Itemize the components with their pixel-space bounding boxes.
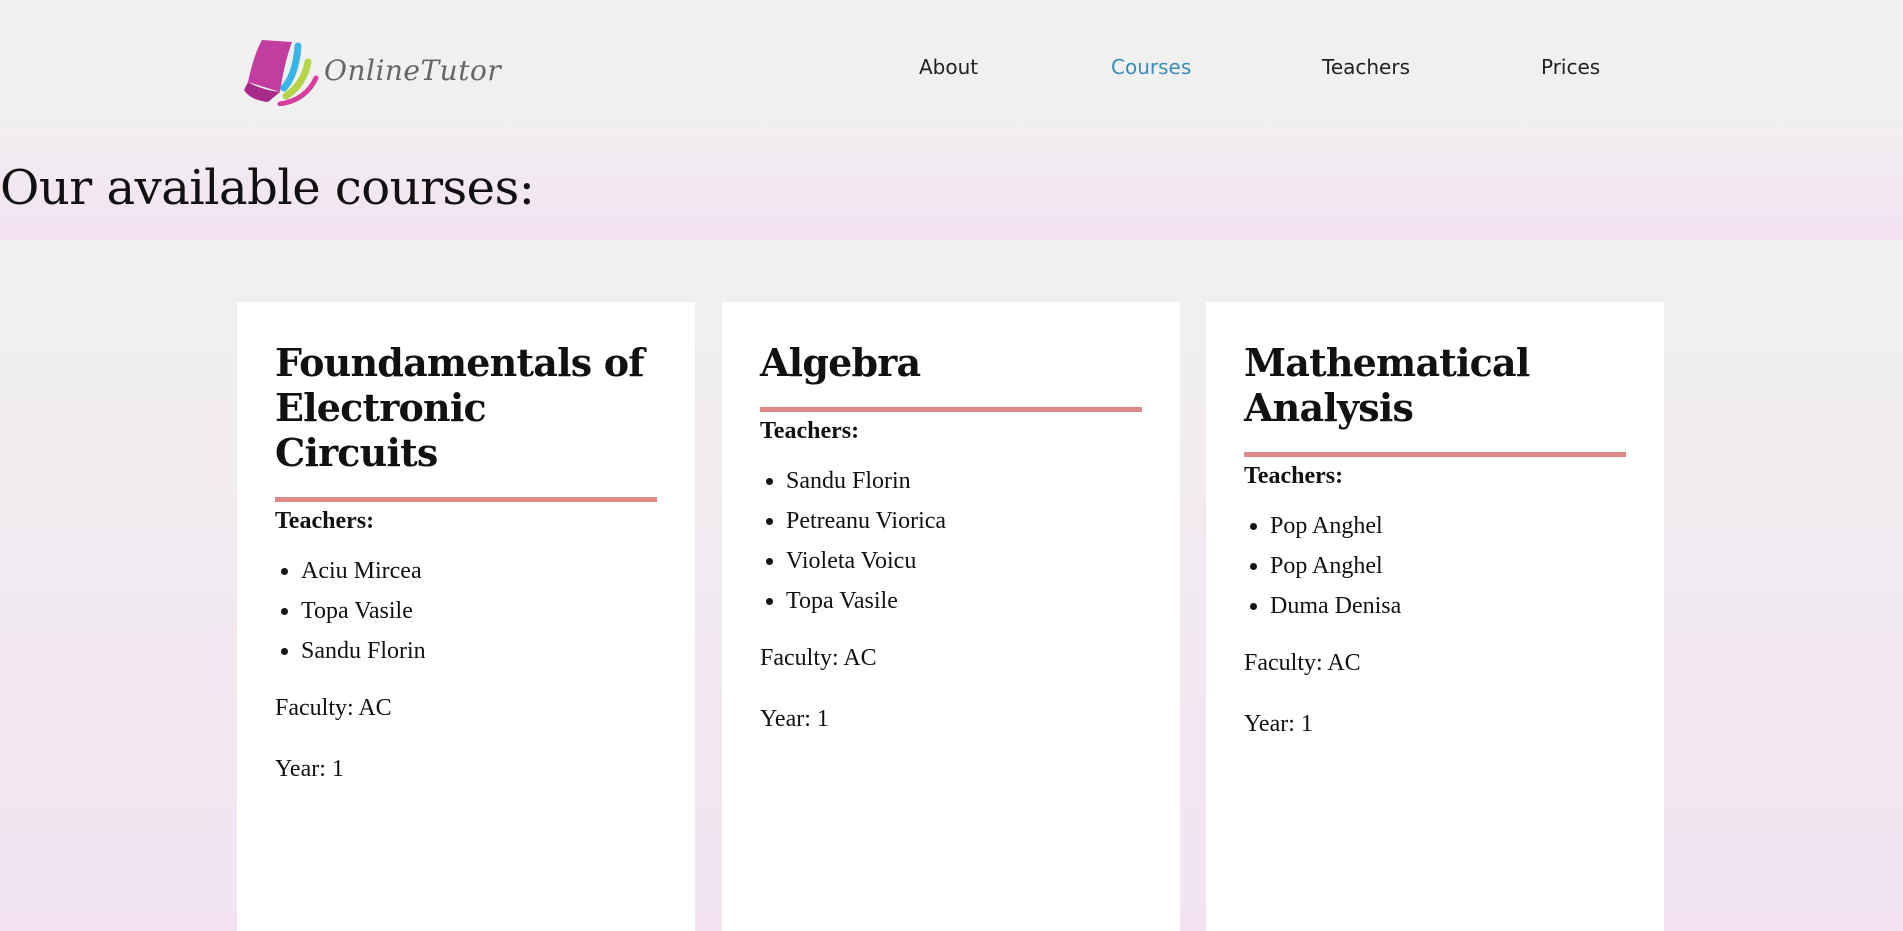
main-nav: About Courses Teachers Prices <box>0 55 1903 85</box>
teacher-item: Topa Vasile <box>786 581 1142 621</box>
page-title: Our available courses: <box>0 160 535 216</box>
teacher-list: Pop Anghel Pop Anghel Duma Denisa <box>1244 506 1626 626</box>
teacher-item: Aciu Mircea <box>301 551 657 591</box>
teacher-item: Petreanu Viorica <box>786 501 1142 541</box>
teacher-item: Sandu Florin <box>786 461 1142 501</box>
course-card[interactable]: Foundamentals of Electronic Circuits Tea… <box>237 302 695 931</box>
year-text: Year: 1 <box>1244 711 1313 737</box>
year-text: Year: 1 <box>275 756 344 782</box>
nav-about[interactable]: About <box>919 55 978 79</box>
faculty-text: Faculty: AC <box>760 645 877 671</box>
nav-prices[interactable]: Prices <box>1541 55 1600 79</box>
teacher-item: Topa Vasile <box>301 591 657 631</box>
faculty-text: Faculty: AC <box>275 695 392 721</box>
course-title: Mathematical Analysis <box>1244 340 1626 457</box>
course-card[interactable]: Algebra Teachers: Sandu Florin Petreanu … <box>722 302 1180 931</box>
teacher-item: Duma Denisa <box>1270 586 1626 626</box>
teacher-list: Aciu Mircea Topa Vasile Sandu Florin <box>275 551 657 671</box>
teachers-label: Teachers: <box>275 508 375 534</box>
teachers-label: Teachers: <box>1244 463 1344 489</box>
nav-courses[interactable]: Courses <box>1111 55 1191 79</box>
course-title: Foundamentals of Electronic Circuits <box>275 340 657 502</box>
teacher-item: Pop Anghel <box>1270 506 1626 546</box>
teacher-list: Sandu Florin Petreanu Viorica Violeta Vo… <box>760 461 1142 621</box>
course-card[interactable]: Mathematical Analysis Teachers: Pop Angh… <box>1206 302 1664 931</box>
teacher-item: Pop Anghel <box>1270 546 1626 586</box>
year-text: Year: 1 <box>760 706 829 732</box>
teacher-item: Violeta Voicu <box>786 541 1142 581</box>
teachers-label: Teachers: <box>760 418 860 444</box>
faculty-text: Faculty: AC <box>1244 650 1361 676</box>
course-title: Algebra <box>760 340 1142 412</box>
header-section: OnlineTutor About Courses Teachers Price… <box>0 0 1903 240</box>
nav-teachers[interactable]: Teachers <box>1322 55 1410 79</box>
teacher-item: Sandu Florin <box>301 631 657 671</box>
